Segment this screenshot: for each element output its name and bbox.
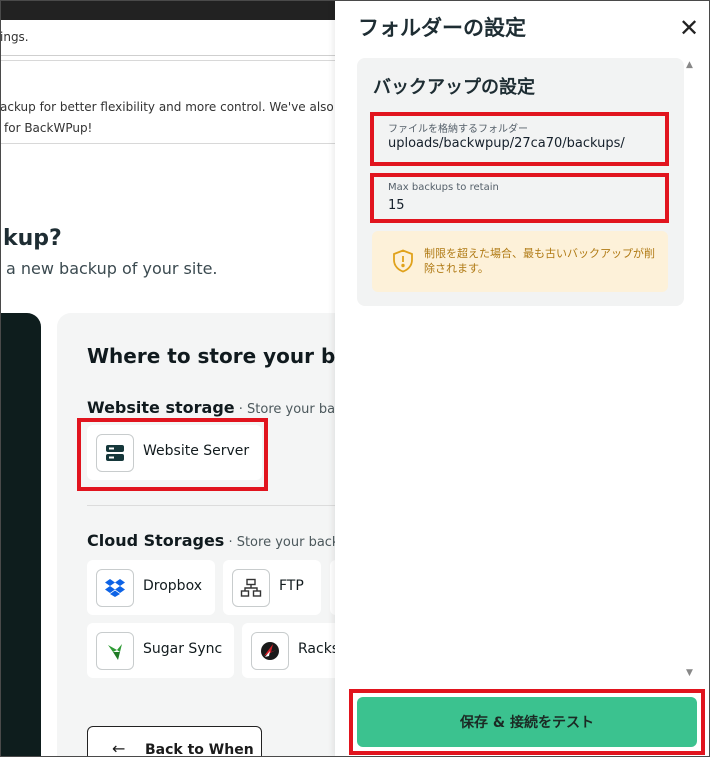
admin-notice-text: ings.	[0, 30, 29, 44]
website-server-highlight	[77, 418, 268, 491]
shield-alert-icon	[393, 249, 413, 273]
section-divider	[87, 505, 340, 506]
backwpup-notice: ackup for better flexibility and more co…	[0, 60, 340, 144]
dropbox-icon	[96, 569, 134, 607]
retention-warning: 制限を超えた場合、最も古いバックアップが削除されます。	[372, 231, 668, 292]
website-storage-subtitle: · Store your back	[234, 402, 340, 417]
storage-section-title: Where to store your ba	[87, 344, 340, 368]
max-backups-highlight	[370, 173, 669, 223]
dropbox-tile[interactable]: Dropbox	[87, 560, 215, 615]
warning-text: 制限を超えた場合、最も古いバックアップが削除されます。	[424, 247, 655, 275]
website-storage-heading: Website storage · Store your back	[87, 398, 340, 417]
sugarsync-icon	[96, 632, 134, 670]
rackspace-label: Racks	[298, 641, 340, 657]
ftp-tile[interactable]: FTP	[223, 560, 321, 615]
cloud-storages-heading: Cloud Storages · Store your backu	[87, 531, 340, 550]
backup-settings-title: バックアップの設定	[373, 77, 535, 98]
sugar-sync-tile[interactable]: Sugar Sync	[87, 623, 234, 678]
website-storage-title: Website storage	[87, 398, 235, 417]
back-button-label: Back to When	[145, 742, 254, 757]
admin-notice: ings.	[0, 20, 340, 56]
top-bar	[0, 0, 340, 20]
sugar-sync-label: Sugar Sync	[143, 641, 223, 657]
background-page: ings. ackup for better flexibility and m…	[0, 0, 340, 757]
ftp-label: FTP	[279, 578, 304, 594]
ftp-network-icon	[232, 569, 270, 607]
close-icon[interactable]: ✕	[675, 14, 703, 42]
cloud-storages-subtitle: · Store your backu	[224, 535, 340, 550]
scroll-up-icon[interactable]: ▲	[686, 60, 693, 70]
rackspace-icon	[251, 632, 289, 670]
notice-line-2: for BackWPup!	[4, 121, 93, 135]
page-subheading: a new backup of your site.	[6, 259, 218, 278]
dropbox-label: Dropbox	[143, 578, 202, 594]
back-button[interactable]: ← Back to When	[87, 726, 262, 757]
save-and-test-button[interactable]: 保存 & 接続をテスト	[357, 697, 697, 747]
folder-settings-drawer: フォルダーの設定 ✕ バックアップの設定 ファイルを格納するフォルダー uplo…	[335, 0, 710, 757]
arrow-left-icon: ←	[112, 739, 126, 757]
cloud-storages-title: Cloud Storages	[87, 531, 225, 550]
dark-side-card	[0, 313, 41, 757]
rackspace-tile[interactable]: Racks	[242, 623, 340, 678]
scroll-down-icon[interactable]: ▼	[686, 668, 693, 678]
drawer-title: フォルダーの設定	[358, 16, 526, 40]
page-heading: kup?	[3, 226, 62, 251]
folder-field-highlight	[370, 112, 669, 166]
notice-line-1: ackup for better flexibility and more co…	[0, 100, 340, 114]
